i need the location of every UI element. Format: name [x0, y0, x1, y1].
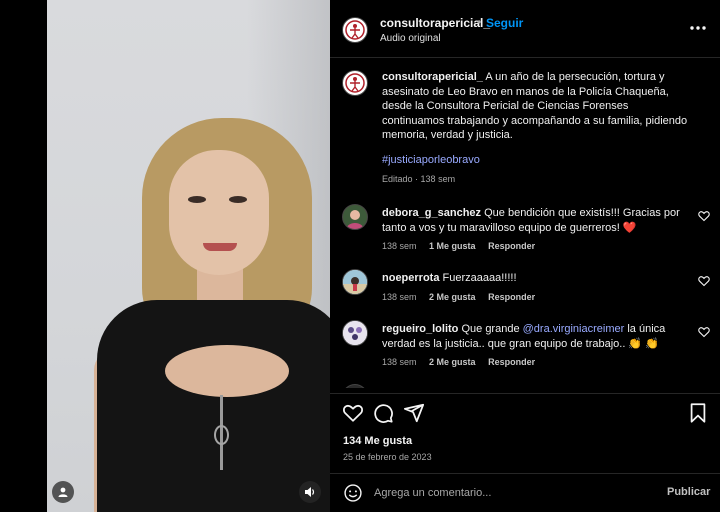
media-person-neckline: [165, 345, 289, 397]
comment-age: 138 sem: [382, 292, 417, 302]
hashtag-link[interactable]: #justiciaporleobravo: [382, 154, 480, 166]
comment-likes[interactable]: 2 Me gusta: [429, 357, 476, 367]
comment-item: debora_g_sanchez Que bendición que exist…: [342, 204, 710, 252]
likes-count[interactable]: 134 Me gusta: [343, 435, 412, 447]
comment-body-start: Que grande: [461, 323, 520, 335]
comment-text: regueiro_lolito Que grande @dra.virginia…: [382, 322, 682, 351]
separator-dot: •: [477, 15, 482, 29]
comment-meta: 138 sem 2 Me gusta Responder: [382, 292, 545, 302]
post-detail-panel: consultorapericial_ • Seguir Audio origi…: [330, 0, 720, 512]
post-comment-button[interactable]: Publicar: [667, 486, 710, 498]
mention-link[interactable]: @dra.virginiacreimer: [523, 323, 625, 335]
heart-icon[interactable]: [342, 402, 364, 424]
comment-item: regueiro_lolito Que grande @dra.virginia…: [342, 320, 710, 368]
media-person-zipper-ring: [214, 425, 229, 445]
post-date[interactable]: 25 de febrero de 2023: [343, 452, 432, 462]
comment-composer: Publicar: [330, 473, 720, 512]
comment-text: noeperrota Fuerzaaaaa!!!!!: [382, 271, 682, 286]
comment-body: Fuerzaaaaa!!!!!: [442, 272, 517, 284]
speaker-icon[interactable]: [299, 481, 321, 503]
avatar[interactable]: [342, 70, 368, 96]
heart-icon[interactable]: [698, 210, 710, 222]
heart-icon[interactable]: [698, 326, 710, 338]
avatar[interactable]: [342, 204, 368, 230]
post-media[interactable]: [47, 0, 330, 512]
comment-meta: 138 sem 1 Me gusta Responder: [382, 241, 545, 251]
comment-likes[interactable]: 1 Me gusta: [429, 241, 476, 251]
media-person-mouth: [203, 243, 237, 251]
comment-input[interactable]: [374, 483, 644, 503]
avatar[interactable]: [342, 384, 368, 388]
caption-username[interactable]: consultorapericial_: [382, 71, 483, 83]
emoji-icon[interactable]: [343, 483, 363, 503]
user-tag-icon[interactable]: [52, 481, 74, 503]
comment-item: noeperrota Fuerzaaaaa!!!!! 138 sem 2 Me …: [342, 269, 710, 317]
media-person-eye-right: [229, 196, 247, 203]
follow-button[interactable]: Seguir: [486, 16, 523, 30]
comment-age: 138 sem: [382, 357, 417, 367]
audio-label[interactable]: Audio original: [380, 33, 441, 44]
comment-username[interactable]: debora_g_sanchez: [382, 207, 481, 219]
avatar[interactable]: [342, 320, 368, 346]
comments-scroll-area[interactable]: consultorapericial_ A un año de la perse…: [330, 58, 720, 388]
reply-button[interactable]: Responder: [488, 292, 535, 302]
post-actions: 134 Me gusta 25 de febrero de 2023: [330, 393, 720, 473]
comment-text: debora_g_sanchez Que bendición que exist…: [382, 206, 682, 235]
edited-label: Editado: [382, 174, 413, 184]
media-person-eye-left: [188, 196, 206, 203]
post-header: consultorapericial_ • Seguir Audio origi…: [330, 0, 720, 58]
reply-button[interactable]: Responder: [488, 241, 535, 251]
media-person-shirt: [97, 300, 330, 512]
caption-meta: Editado · 138 sem: [382, 174, 455, 184]
heart-icon[interactable]: [698, 275, 710, 287]
author-username[interactable]: consultorapericial_: [380, 16, 490, 30]
bookmark-icon[interactable]: [687, 402, 709, 424]
share-icon[interactable]: [403, 402, 425, 424]
avatar[interactable]: [342, 17, 368, 43]
reply-button[interactable]: Responder: [488, 357, 535, 367]
comment-age: 138 sem: [382, 241, 417, 251]
caption-text: consultorapericial_ A un año de la perse…: [382, 70, 692, 143]
comment-item: [342, 384, 708, 388]
caption-age: 138 sem: [420, 174, 456, 184]
more-options-icon[interactable]: [688, 20, 708, 36]
comment-meta: 138 sem 2 Me gusta Responder: [382, 357, 545, 367]
media-person-face: [169, 150, 269, 275]
comment-icon[interactable]: [372, 402, 394, 424]
comment-username[interactable]: noeperrota: [382, 272, 439, 284]
comment-likes[interactable]: 2 Me gusta: [429, 292, 476, 302]
avatar[interactable]: [342, 269, 368, 295]
comment-username[interactable]: regueiro_lolito: [382, 323, 458, 335]
